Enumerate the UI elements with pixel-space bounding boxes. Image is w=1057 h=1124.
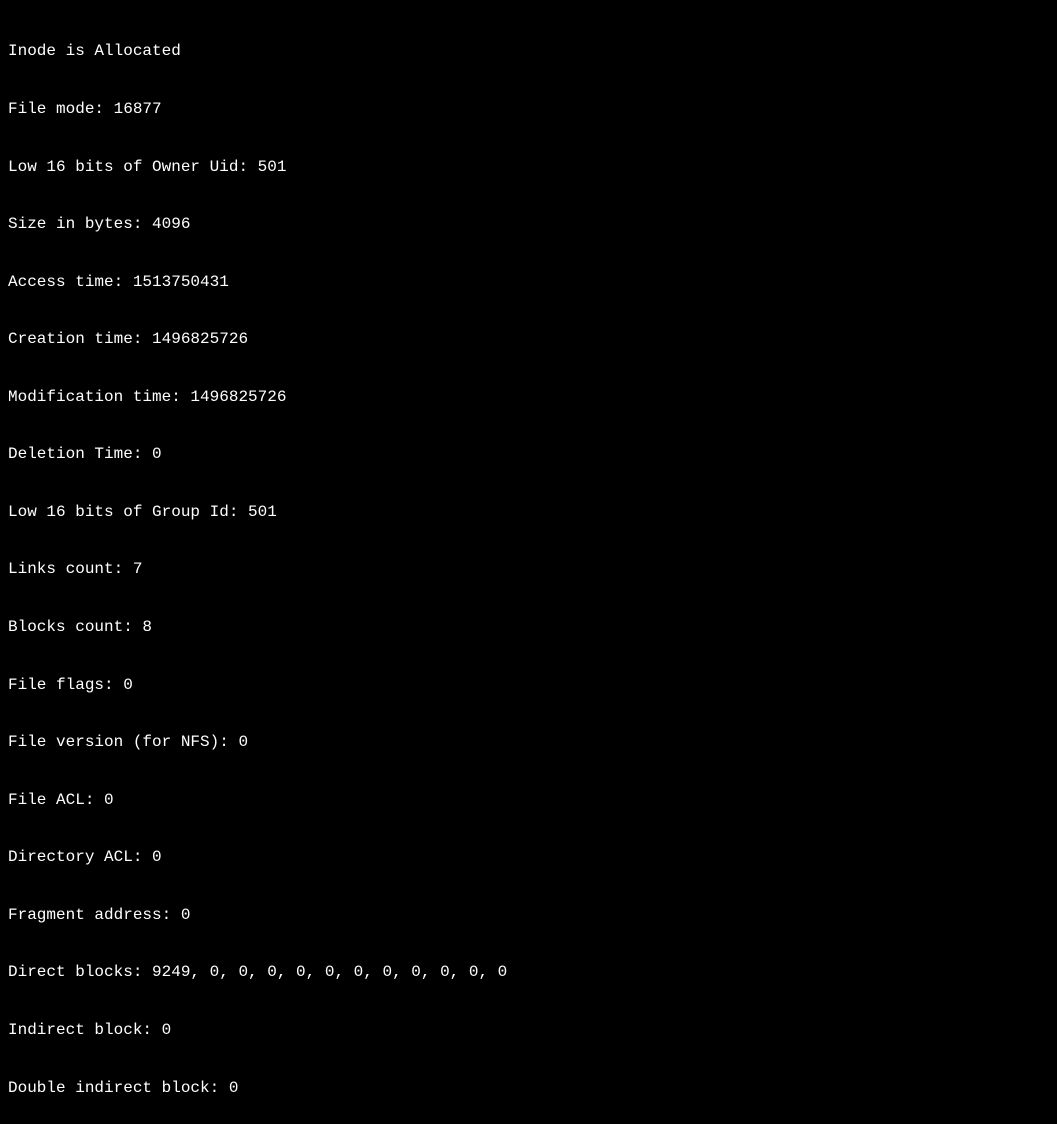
terminal-output[interactable]: Inode is Allocated File mode: 16877 Low … [8, 4, 1049, 1124]
creation-time: Creation time: 1496825726 [8, 330, 1049, 349]
links-count: Links count: 7 [8, 560, 1049, 579]
modification-time: Modification time: 1496825726 [8, 388, 1049, 407]
deletion-time: Deletion Time: 0 [8, 445, 1049, 464]
group-id: Low 16 bits of Group Id: 501 [8, 503, 1049, 522]
fragment-address: Fragment address: 0 [8, 906, 1049, 925]
access-time: Access time: 1513750431 [8, 273, 1049, 292]
indirect-block: Indirect block: 0 [8, 1021, 1049, 1040]
size-bytes: Size in bytes: 4096 [8, 215, 1049, 234]
directory-acl: Directory ACL: 0 [8, 848, 1049, 867]
inode-allocated: Inode is Allocated [8, 42, 1049, 61]
double-indirect: Double indirect block: 0 [8, 1079, 1049, 1098]
file-acl: File ACL: 0 [8, 791, 1049, 810]
file-version: File version (for NFS): 0 [8, 733, 1049, 752]
direct-blocks: Direct blocks: 9249, 0, 0, 0, 0, 0, 0, 0… [8, 963, 1049, 982]
file-flags: File flags: 0 [8, 676, 1049, 695]
blocks-count: Blocks count: 8 [8, 618, 1049, 637]
file-mode: File mode: 16877 [8, 100, 1049, 119]
owner-uid: Low 16 bits of Owner Uid: 501 [8, 158, 1049, 177]
